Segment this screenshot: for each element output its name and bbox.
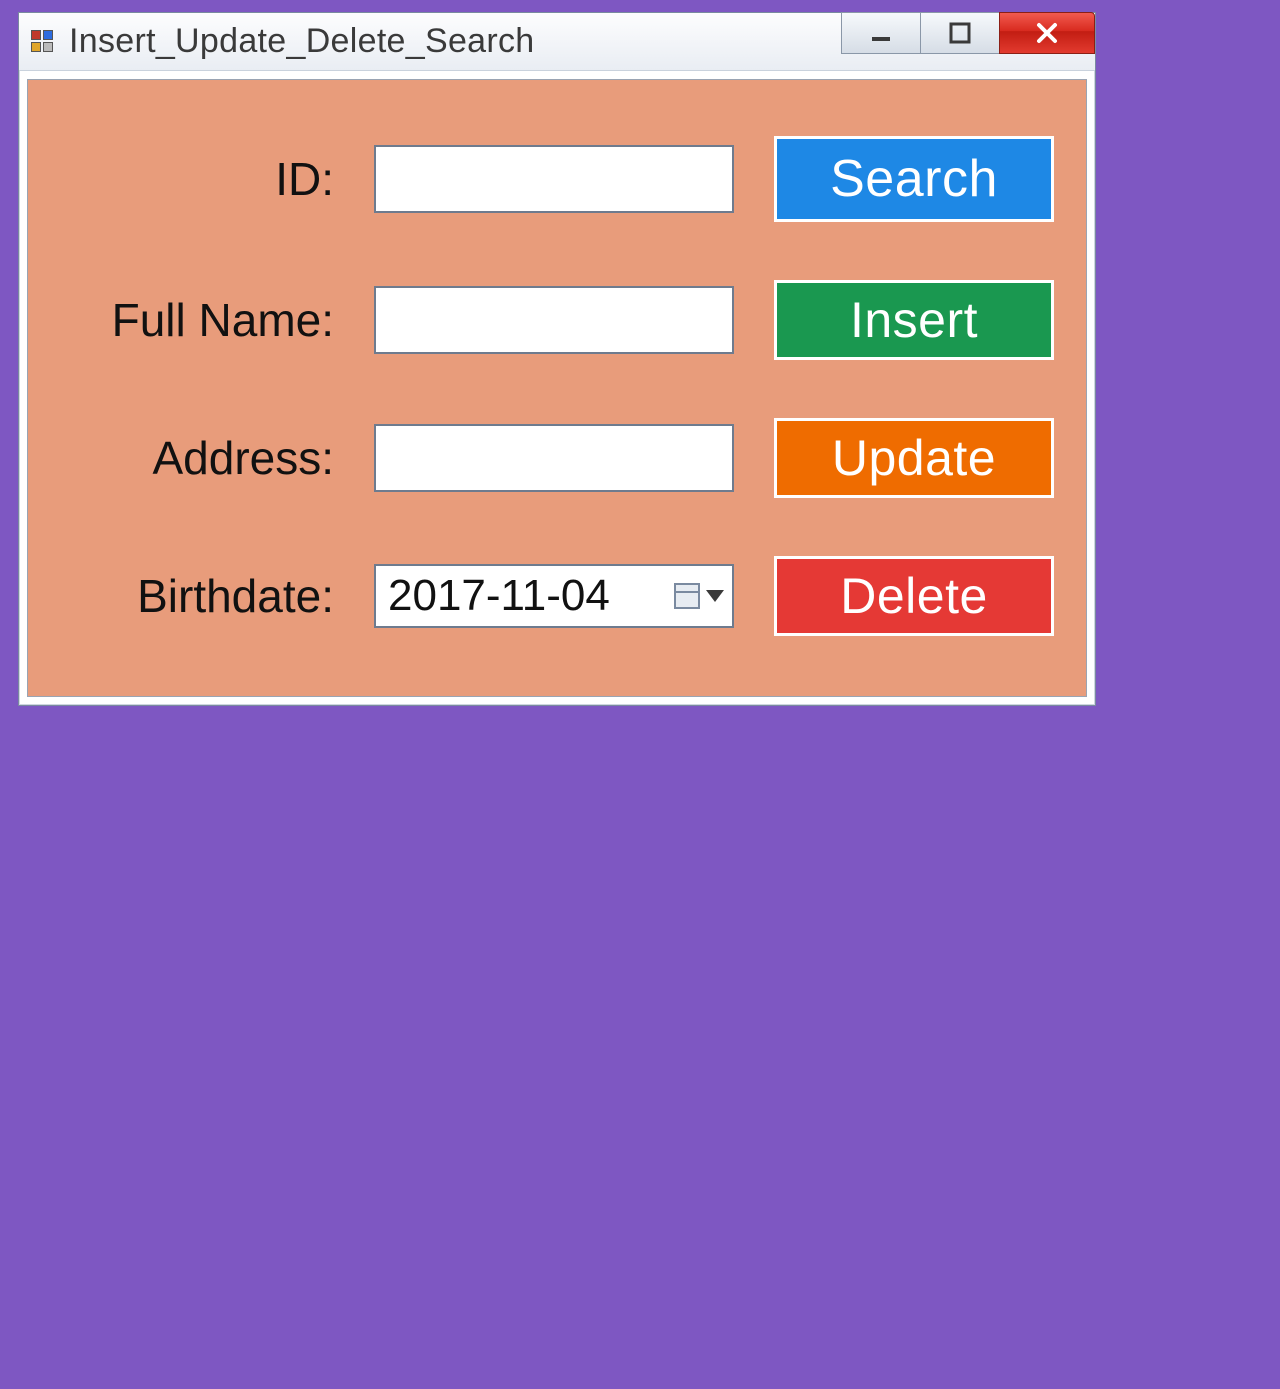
fullname-label: Full Name: — [64, 293, 334, 347]
window-title: Insert_Update_Delete_Search — [69, 22, 535, 61]
update-button[interactable]: Update — [774, 418, 1054, 498]
fullname-input[interactable] — [374, 286, 734, 354]
side-caption: VB.Net And MySQL — [1274, 712, 1280, 1389]
form-panel: ID: Search Full Name: Insert Address: Up… — [27, 79, 1087, 697]
chevron-down-icon — [706, 590, 724, 602]
minimize-button[interactable] — [841, 12, 921, 54]
address-input[interactable] — [374, 424, 734, 492]
app-icon — [31, 30, 55, 54]
window-controls — [842, 12, 1095, 54]
search-button[interactable]: Search — [774, 136, 1054, 222]
birthdate-value: 2017-11-04 — [388, 571, 610, 621]
calendar-icon — [674, 583, 700, 609]
calendar-dropdown-icon[interactable] — [674, 583, 724, 609]
close-button[interactable] — [999, 12, 1095, 54]
maximize-button[interactable] — [920, 12, 1000, 54]
insert-button[interactable]: Insert — [774, 280, 1054, 360]
birthdate-label: Birthdate: — [64, 569, 334, 623]
birthdate-picker[interactable]: 2017-11-04 — [374, 564, 734, 628]
titlebar[interactable]: Insert_Update_Delete_Search — [19, 13, 1095, 71]
id-label: ID: — [64, 152, 334, 206]
id-input[interactable] — [374, 145, 734, 213]
delete-button[interactable]: Delete — [774, 556, 1054, 636]
app-window: Insert_Update_Delete_Search ID: Search F… — [18, 12, 1096, 706]
form-grid: ID: Search Full Name: Insert Address: Up… — [64, 136, 1042, 636]
address-label: Address: — [64, 431, 334, 485]
